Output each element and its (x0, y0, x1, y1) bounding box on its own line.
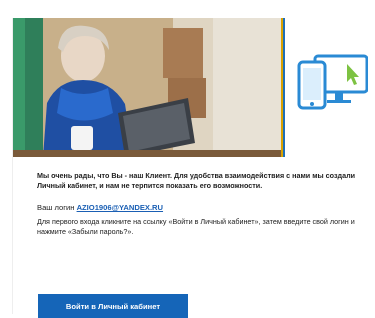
intro-text: Мы очень рады, что Вы - наш Клиент. Для … (37, 171, 356, 191)
email-body: Мы очень рады, что Вы - наш Клиент. Для … (37, 171, 357, 237)
login-email-link[interactable]: AZIO1906@YANDEX.RU (77, 203, 163, 212)
instructions-text: Для первого входа кликните на ссылку «Во… (37, 216, 355, 236)
login-label: Ваш логин (37, 203, 75, 213)
banner-photo (13, 18, 283, 157)
login-cabinet-button[interactable]: Войти в Личный кабинет (38, 294, 188, 318)
email-card: Мы очень рады, что Вы - наш Клиент. Для … (12, 18, 368, 318)
woman-with-laptop-photo (13, 18, 283, 157)
banner (13, 18, 368, 157)
login-line: Ваш логин AZIO1906@YANDEX.RU (37, 203, 357, 213)
devices-with-cursor-icon (297, 54, 368, 110)
